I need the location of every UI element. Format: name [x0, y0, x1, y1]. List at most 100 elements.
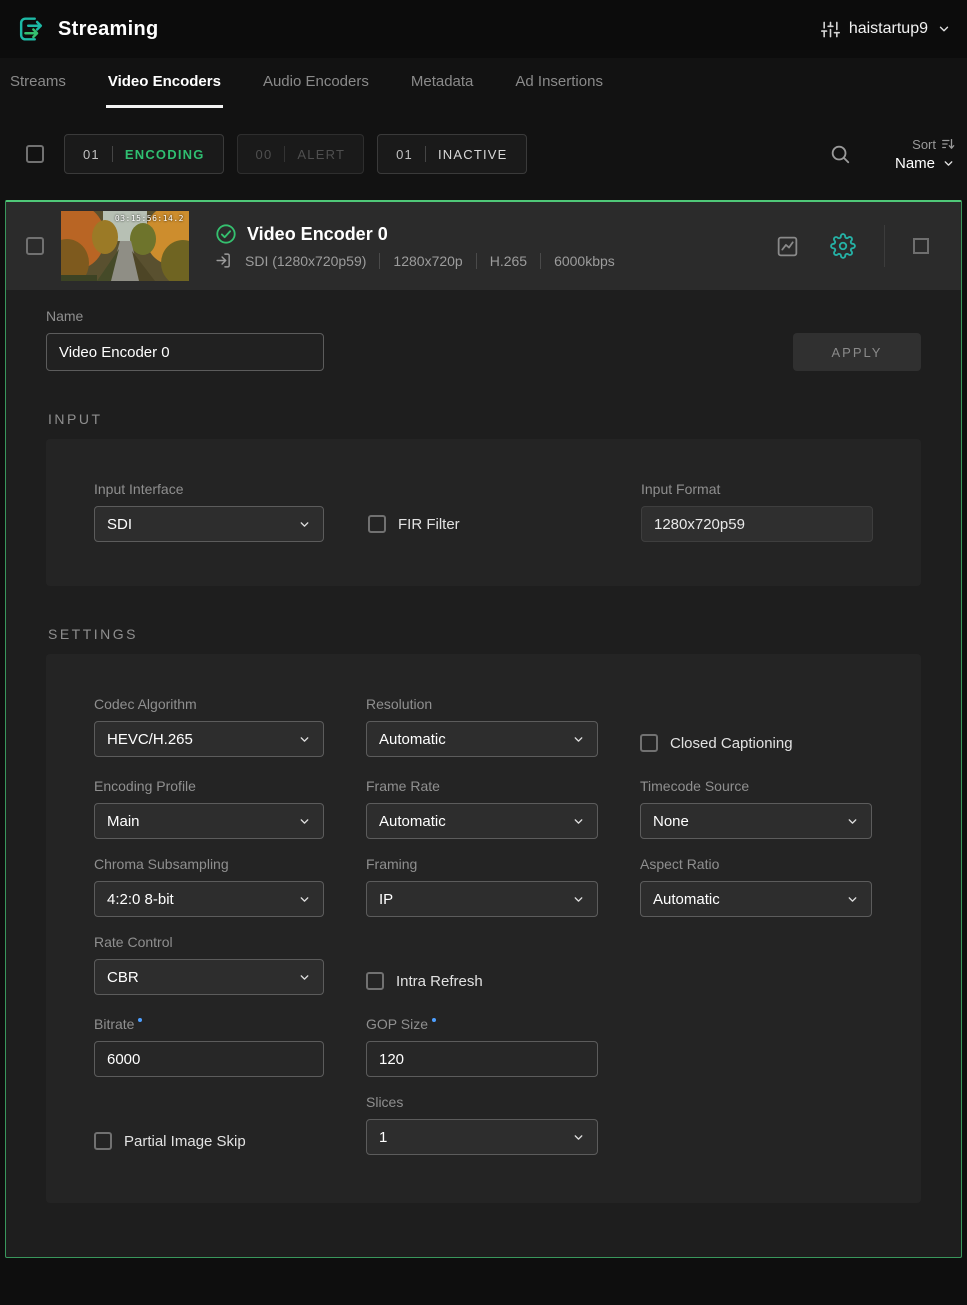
filter-encoding-count: 01 [83, 147, 100, 162]
bitrate-input[interactable] [94, 1041, 324, 1077]
settings-section-panel: Codec Algorithm HEVC/H.265 Resolution Au… [46, 654, 921, 1203]
username: haistartup9 [849, 20, 928, 38]
app-logo-icon [16, 14, 46, 44]
timecode-source-select[interactable]: None [640, 803, 872, 839]
chroma-subsampling-field: Chroma Subsampling 4:2:0 8-bit [94, 856, 324, 917]
closed-captioning-field: Closed Captioning [640, 725, 872, 761]
fir-filter-checkbox[interactable] [368, 515, 386, 533]
tab-video-encoders[interactable]: Video Encoders [106, 58, 223, 108]
encoder-select-checkbox[interactable] [26, 237, 44, 255]
tab-audio-encoders[interactable]: Audio Encoders [261, 58, 371, 108]
divider [884, 225, 885, 267]
resolution-select[interactable]: Automatic [366, 721, 598, 757]
filter-alert-button[interactable]: 00 ALERT [237, 134, 365, 174]
apply-button[interactable]: APPLY [793, 333, 921, 371]
divider [112, 146, 113, 162]
aspect-ratio-select[interactable]: Automatic [640, 881, 872, 917]
divider [379, 253, 380, 269]
resolution-field: Resolution Automatic [366, 696, 598, 761]
required-indicator [432, 1018, 436, 1022]
tab-streams[interactable]: Streams [8, 58, 68, 108]
frame-rate-select[interactable]: Automatic [366, 803, 598, 839]
chevron-down-icon [298, 971, 311, 984]
divider [476, 253, 477, 269]
chevron-down-icon [298, 733, 311, 746]
rate-control-select[interactable]: CBR [94, 959, 324, 995]
input-format-field: Input Format 1280x720p59 [641, 481, 873, 542]
slices-field: Slices 1 [366, 1094, 598, 1159]
aspect-ratio-field: Aspect Ratio Automatic [640, 856, 872, 917]
spacer [640, 1016, 872, 1077]
encoder-card-header: 03:15:56:14.2 Video Encoder 0 SDI [6, 202, 961, 290]
partial-image-skip-field: Partial Image Skip [94, 1123, 324, 1159]
input-interface-value: SDI [107, 516, 132, 533]
gop-size-field: GOP Size [366, 1016, 598, 1077]
input-section-heading: INPUT [48, 411, 921, 427]
meta-codec: H.265 [490, 253, 527, 269]
fir-filter-field: FIR Filter [368, 506, 460, 542]
filter-inactive-button[interactable]: 01 INACTIVE [377, 134, 526, 174]
filter-alert-label: ALERT [297, 147, 345, 162]
encoder-actions [775, 225, 941, 267]
encoder-name-input[interactable] [46, 333, 324, 371]
input-interface-select[interactable]: SDI [94, 506, 324, 542]
name-field: Name APPLY [46, 308, 921, 371]
chevron-down-icon [572, 1131, 585, 1144]
divider [425, 146, 426, 162]
tab-bar: Streams Video Encoders Audio Encoders Me… [0, 58, 967, 108]
closed-captioning-checkbox[interactable] [640, 734, 658, 752]
input-source-icon [215, 252, 232, 269]
video-preview-thumbnail: 03:15:56:14.2 [61, 211, 189, 281]
sort-order-icon [941, 137, 955, 151]
framing-select[interactable]: IP [366, 881, 598, 917]
encoder-detail-panel: Name APPLY INPUT Input Interface SDI [6, 290, 961, 1257]
user-menu[interactable]: haistartup9 [821, 20, 951, 39]
slices-select[interactable]: 1 [366, 1119, 598, 1155]
sort-value: Name [895, 155, 935, 172]
spacer [640, 1094, 872, 1159]
chevron-down-icon [298, 518, 311, 531]
input-interface-label: Input Interface [94, 481, 324, 497]
bitrate-field: Bitrate [94, 1016, 324, 1077]
encoding-profile-select[interactable]: Main [94, 803, 324, 839]
partial-image-skip-checkbox[interactable] [94, 1132, 112, 1150]
search-icon[interactable] [829, 143, 851, 165]
encoder-title: Video Encoder 0 [247, 224, 388, 245]
chevron-down-icon [572, 733, 585, 746]
sort-control[interactable]: Sort Name [889, 137, 955, 172]
filter-inactive-label: INACTIVE [438, 147, 508, 162]
select-all-checkbox[interactable] [26, 145, 44, 163]
required-indicator [138, 1018, 142, 1022]
meta-input: SDI (1280x720p59) [245, 253, 366, 269]
input-section-panel: Input Interface SDI FIR Filter Input For… [46, 439, 921, 586]
codec-algorithm-select[interactable]: HEVC/H.265 [94, 721, 324, 757]
sort-label: Sort [912, 137, 936, 152]
tab-ad-insertions[interactable]: Ad Insertions [513, 58, 605, 108]
name-label: Name [46, 308, 921, 324]
meta-resolution: 1280x720p [393, 253, 462, 269]
app-header: Streaming haistartup9 [0, 0, 967, 58]
stop-button[interactable] [913, 238, 929, 254]
rate-control-field: Rate Control CBR [94, 934, 324, 999]
filter-encoding-button[interactable]: 01 ENCODING [64, 134, 224, 174]
chevron-down-icon [298, 893, 311, 906]
encoder-heading: Video Encoder 0 SDI (1280x720p59) 1280x7… [215, 223, 615, 269]
intra-refresh-field: Intra Refresh [366, 963, 598, 999]
filter-inactive-count: 01 [396, 147, 413, 162]
intra-refresh-checkbox[interactable] [366, 972, 384, 990]
chevron-down-icon [298, 815, 311, 828]
meta-bitrate: 6000kbps [554, 253, 615, 269]
chevron-down-icon [572, 893, 585, 906]
statistics-icon[interactable] [775, 234, 800, 259]
tab-metadata[interactable]: Metadata [409, 58, 476, 108]
frame-rate-field: Frame Rate Automatic [366, 778, 598, 839]
chevron-down-icon [846, 893, 859, 906]
chroma-subsampling-select[interactable]: 4:2:0 8-bit [94, 881, 324, 917]
input-format-label: Input Format [641, 481, 873, 497]
page-title: Streaming [58, 18, 159, 41]
gop-size-input[interactable] [366, 1041, 598, 1077]
chevron-down-icon [942, 157, 955, 170]
encoding-profile-field: Encoding Profile Main [94, 778, 324, 839]
input-interface-field: Input Interface SDI [94, 481, 324, 542]
settings-gear-icon[interactable] [830, 233, 856, 259]
